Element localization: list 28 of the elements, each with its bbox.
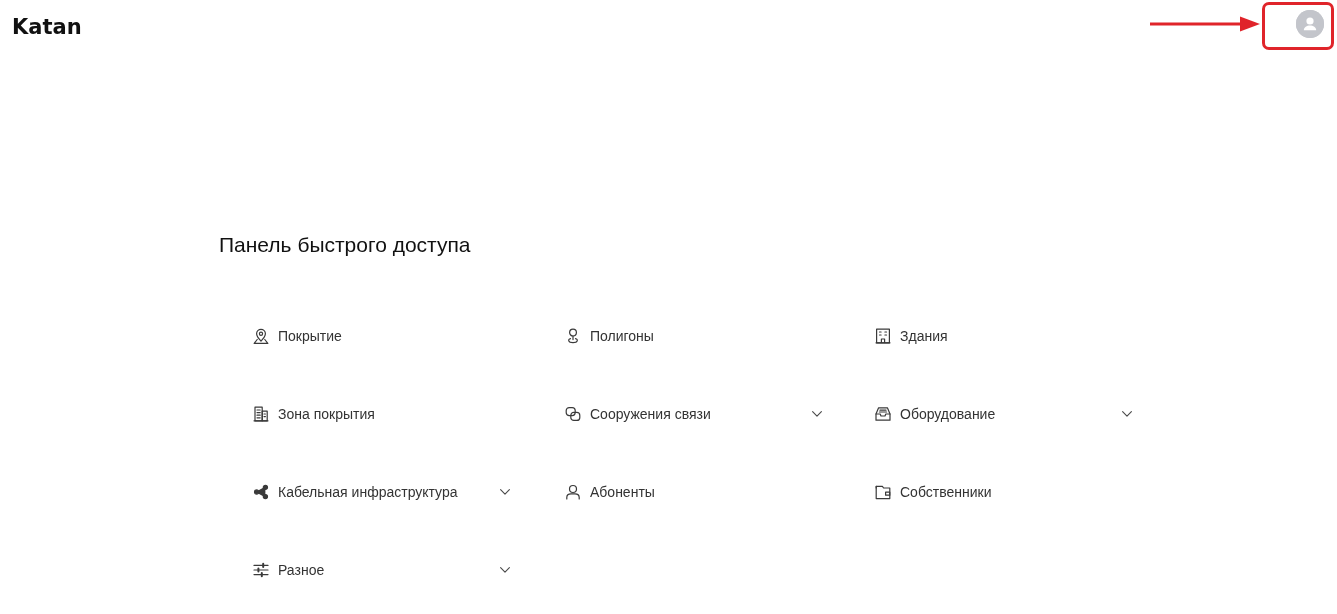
map-pin-icon (253, 328, 269, 344)
menu-link[interactable]: Оборудование (875, 402, 1132, 426)
tray-icon (875, 406, 891, 422)
menu-link[interactable]: Сооружения связи (565, 402, 822, 426)
chevron-down-icon (812, 411, 822, 417)
wallet-icon (875, 484, 891, 500)
chevron-down-icon (500, 489, 510, 495)
menu-link[interactable]: Полигоны (565, 324, 654, 348)
buildings-icon (253, 406, 269, 422)
highlight-frame (1262, 2, 1334, 50)
chevron-down-icon (500, 567, 510, 573)
app-logo: Katan (12, 15, 82, 39)
menu-link[interactable]: Зона покрытия (253, 402, 375, 426)
linked-squares-icon (565, 406, 581, 422)
section-title: Панель быстрого доступа (219, 232, 471, 258)
menu-link[interactable]: Собственники (875, 480, 992, 504)
menu-link[interactable]: Разное (253, 558, 510, 582)
menu-link[interactable]: Здания (875, 324, 948, 348)
menu-link[interactable]: Кабельная инфраструктура (253, 480, 510, 504)
marker-icon (565, 328, 581, 344)
menu-link[interactable]: Абоненты (565, 480, 655, 504)
user-icon (565, 484, 581, 500)
building-icon (875, 328, 891, 344)
sliders-icon (253, 562, 269, 578)
chevron-down-icon (1122, 411, 1132, 417)
menu-link[interactable]: Покрытие (253, 324, 342, 348)
share-icon (253, 484, 269, 500)
avatar-button[interactable] (1296, 10, 1324, 38)
